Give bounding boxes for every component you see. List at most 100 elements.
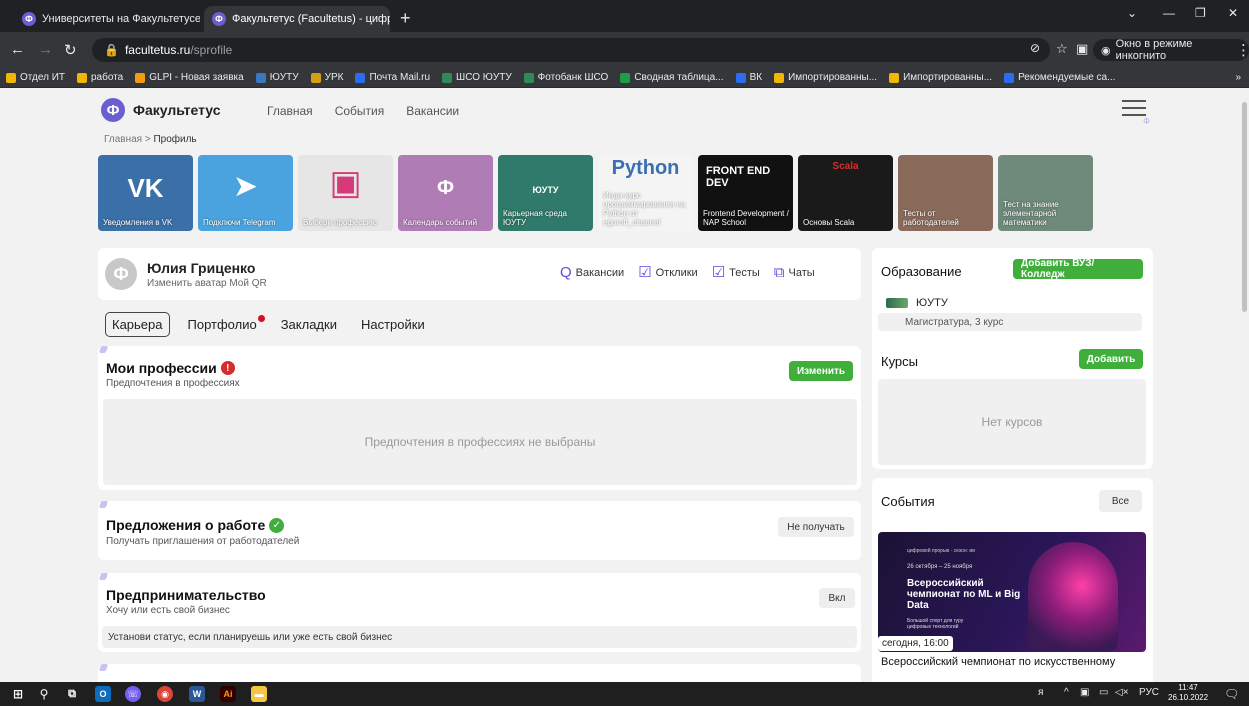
story-card[interactable]: Тесты от работодателей xyxy=(898,155,993,231)
tab-career[interactable]: Карьера xyxy=(105,312,170,337)
bookmark-item[interactable]: Импортированны... xyxy=(889,72,992,83)
new-tab-button[interactable]: + xyxy=(400,8,411,29)
back-arrow-icon[interactable]: ← xyxy=(10,41,25,58)
display-icon[interactable]: ▭ xyxy=(1099,687,1108,698)
viber-icon[interactable]: ☏ xyxy=(125,686,141,702)
tray-chevron-icon[interactable]: ^ xyxy=(1064,687,1069,698)
nav-item-events[interactable]: События xyxy=(335,104,385,118)
disable-offers-button[interactable]: Не получать xyxy=(778,517,854,537)
story-card[interactable]: Ф Календарь событий xyxy=(398,155,493,231)
banner-dates: 26 октября – 25 ноября xyxy=(907,564,973,570)
story-caption: Frontend Development / NAP School xyxy=(703,209,789,227)
breadcrumb-current: Профиль xyxy=(153,134,197,145)
url-input[interactable]: 🔒 facultetus.ru /sprofile xyxy=(92,38,1050,62)
bookmark-item[interactable]: работа xyxy=(77,72,123,83)
chrome-icon[interactable]: ◉ xyxy=(157,686,173,702)
tab-settings[interactable]: Настройки xyxy=(355,313,431,336)
story-caption: Календарь событий xyxy=(403,218,478,227)
tab-search-chevron-icon[interactable]: ⌄ xyxy=(1127,6,1137,20)
courses-title: Курсы xyxy=(881,354,919,369)
word-icon[interactable]: W xyxy=(189,686,205,702)
scala-icon: Scala xyxy=(832,161,859,172)
quick-link-vacancies[interactable]: Q Вакансии xyxy=(560,265,624,280)
add-course-button[interactable]: Добавить xyxy=(1079,349,1143,369)
stories-carousel: VK Уведомления в VK ➤ Подключи Telegram ▣ Выб… xyxy=(98,155,1093,231)
quick-link-tests[interactable]: ☑ Тесты xyxy=(712,265,760,280)
reload-icon[interactable]: ↻ xyxy=(64,41,77,59)
story-card[interactable]: Python Инди-курс программирования на Pyth… xyxy=(598,155,693,231)
add-university-button[interactable]: Добавить ВУЗ/Колледж xyxy=(1013,258,1143,280)
story-caption: Подключи Telegram xyxy=(203,218,276,227)
incognito-indicator[interactable]: ◉ Окно в режиме инкогнито xyxy=(1093,38,1249,62)
task-view-icon[interactable]: ⧉ xyxy=(64,686,80,702)
people-icon[interactable]: ᴙ xyxy=(1038,687,1043,698)
window-close-icon[interactable]: ✕ xyxy=(1228,6,1238,20)
event-banner-image[interactable]: цифровой прорыв · сезон: ии 26 октября –… xyxy=(878,532,1146,652)
breadcrumb-home[interactable]: Главная xyxy=(104,134,142,145)
star-icon[interactable]: ☆ xyxy=(1056,41,1068,57)
edit-professions-button[interactable]: Изменить xyxy=(789,361,853,381)
story-card[interactable]: ▣ Выбери профессию xyxy=(298,155,393,231)
bookmark-item[interactable]: Сводная таблица... xyxy=(620,72,724,83)
file-explorer-icon[interactable]: ▬ xyxy=(251,686,267,702)
scrollbar-thumb[interactable] xyxy=(1242,102,1247,312)
bookmark-item[interactable]: Фотобанк ШСО xyxy=(523,72,608,83)
story-card[interactable]: ЮУТУ Карьерная среда ЮУТУ xyxy=(498,155,593,231)
search-icon[interactable]: ⚲ xyxy=(36,686,52,702)
side-panel-icon[interactable]: ▣ xyxy=(1076,41,1088,57)
windows-start-icon[interactable]: ⊞ xyxy=(10,686,26,702)
avatar[interactable]: Ф xyxy=(105,258,137,290)
story-card[interactable]: Тест на знание элементарной математики xyxy=(998,155,1093,231)
restore-icon[interactable]: ❐ xyxy=(1195,6,1206,20)
bookmark-item[interactable]: УРК xyxy=(310,72,343,83)
bookmark-item[interactable]: Рекомендуемые са... xyxy=(1004,72,1115,83)
bookmark-item[interactable]: GLPI - Новая заявка xyxy=(135,72,244,83)
tab-portfolio[interactable]: Портфолио xyxy=(182,313,265,336)
network-icon[interactable]: ▣ xyxy=(1080,687,1089,698)
bookmark-item[interactable]: ЮУТУ xyxy=(255,72,299,83)
notification-dot xyxy=(257,315,265,322)
browser-tab-facultetus[interactable]: Ф Факультетус (Facultetus) - цифр ✕ xyxy=(204,6,390,32)
minimize-icon[interactable]: — xyxy=(1163,6,1175,20)
tab-bookmarks[interactable]: Закладки xyxy=(275,313,343,336)
hamburger-menu-icon[interactable]: Ф xyxy=(1122,100,1150,126)
outlook-icon[interactable]: O xyxy=(95,686,111,702)
bookmark-item[interactable]: Почта Mail.ru xyxy=(355,72,430,83)
quick-link-responses[interactable]: ☑ Отклики xyxy=(638,265,698,280)
volume-muted-icon[interactable]: ◁× xyxy=(1115,687,1129,698)
story-card[interactable]: ➤ Подключи Telegram xyxy=(198,155,293,231)
eye-off-icon[interactable]: ⊘ xyxy=(1030,41,1040,55)
bookmark-favicon-icon xyxy=(135,72,146,83)
nav-item-vacancies[interactable]: Вакансии xyxy=(406,104,459,118)
input-language[interactable]: РУС xyxy=(1139,687,1159,698)
bookmarks-overflow-icon[interactable]: » xyxy=(1235,72,1249,83)
system-clock[interactable]: 11:47 26.10.2022 xyxy=(1168,683,1208,703)
bookmark-favicon-icon xyxy=(774,72,785,83)
nav-item-home[interactable]: Главная xyxy=(267,104,313,118)
illustrator-icon[interactable]: Ai xyxy=(220,686,236,702)
bookmark-label: GLPI - Новая заявка xyxy=(149,72,244,83)
story-card[interactable]: Scala Основы Scala xyxy=(798,155,893,231)
story-card[interactable]: FRONT END DEV Frontend Development / NAP … xyxy=(698,155,793,231)
site-logo[interactable]: Ф Факультетус xyxy=(101,98,221,122)
story-card[interactable]: VK Уведомления в VK xyxy=(98,155,193,231)
all-events-button[interactable]: Все xyxy=(1099,490,1142,512)
address-bar-row: ← → ↻ 🔒 facultetus.ru /sprofile ⊘ ☆ ▣ ◉ … xyxy=(0,32,1249,68)
browser-tab-universities[interactable]: Ф Университеты на Факультетусе ✕ xyxy=(14,6,200,32)
notifications-icon[interactable]: 🗨 xyxy=(1224,687,1239,701)
browser-menu-icon[interactable]: ⋮ xyxy=(1236,41,1249,59)
bookmark-item[interactable]: ШСО ЮУТУ xyxy=(442,72,512,83)
event-name[interactable]: Всероссийский чемпионат по искусственном… xyxy=(881,656,1146,668)
quick-link-chats[interactable]: ⧉ Чаты xyxy=(774,265,815,280)
clock-time: 11:47 xyxy=(1178,683,1198,692)
bookmark-item[interactable]: Отдел ИТ xyxy=(6,72,65,83)
enable-business-button[interactable]: Вкл xyxy=(819,588,855,608)
profile-avatar-links[interactable]: Изменить аватар Мой QR xyxy=(147,278,267,289)
entrepreneurship-card: Предпринимательство Хочу или есть свой б… xyxy=(98,573,861,652)
page-scrollbar[interactable] xyxy=(1240,88,1249,682)
forward-arrow-icon[interactable]: → xyxy=(38,41,53,58)
bookmark-item[interactable]: ВК xyxy=(735,72,762,83)
banner-header: цифровой прорыв · сезон: ии xyxy=(907,548,975,554)
university-entry[interactable]: ЮУТУ xyxy=(886,297,948,309)
bookmark-item[interactable]: Импортированны... xyxy=(774,72,877,83)
